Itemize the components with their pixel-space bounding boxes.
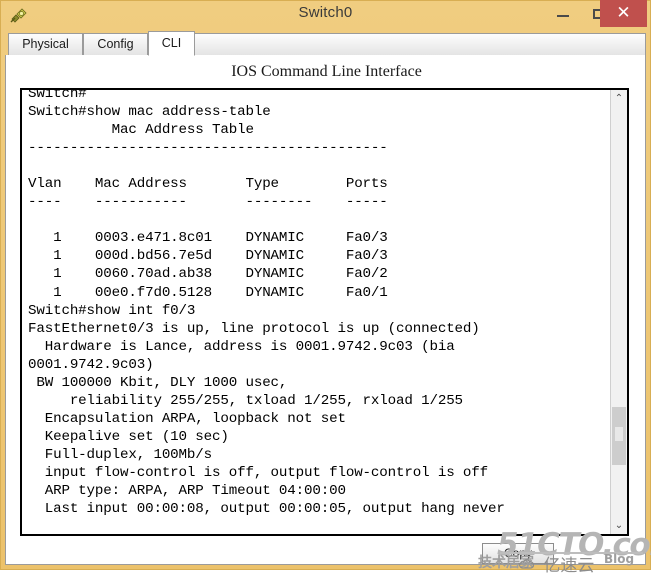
tab-config[interactable]: Config [83,33,148,55]
cli-panel: IOS Command Line Interface Switch# Switc… [5,55,646,565]
tab-physical[interactable]: Physical [8,33,83,55]
minimize-icon [557,15,569,17]
panel-title: IOS Command Line Interface [231,63,422,80]
scrollbar-thumb[interactable] [612,407,626,465]
watermark-cloud: 亿速云 [518,551,594,576]
close-button[interactable]: ✕ [600,0,647,27]
tab-bar: Physical Config CLI [5,31,646,56]
terminal-output-area[interactable]: Switch# Switch#show mac address-table Ma… [20,88,629,536]
terminal-text: Switch# Switch#show mac address-table Ma… [28,88,505,518]
cloud-icon [518,556,538,576]
minimize-button[interactable] [545,0,581,27]
close-icon: ✕ [616,3,631,22]
title-bar: Switch0 ✕ [0,0,651,30]
scrollbar-thumb-grip [615,427,623,441]
watermark-blog-text: Blog [604,552,635,566]
watermark-cloud-text: 亿速云 [543,556,595,576]
tab-bar-filler [195,33,646,55]
scroll-up-icon[interactable]: ⌃ [611,90,627,107]
terminal-scrollbar[interactable]: ⌃ ⌄ [610,90,627,534]
tab-cli[interactable]: CLI [148,31,195,56]
